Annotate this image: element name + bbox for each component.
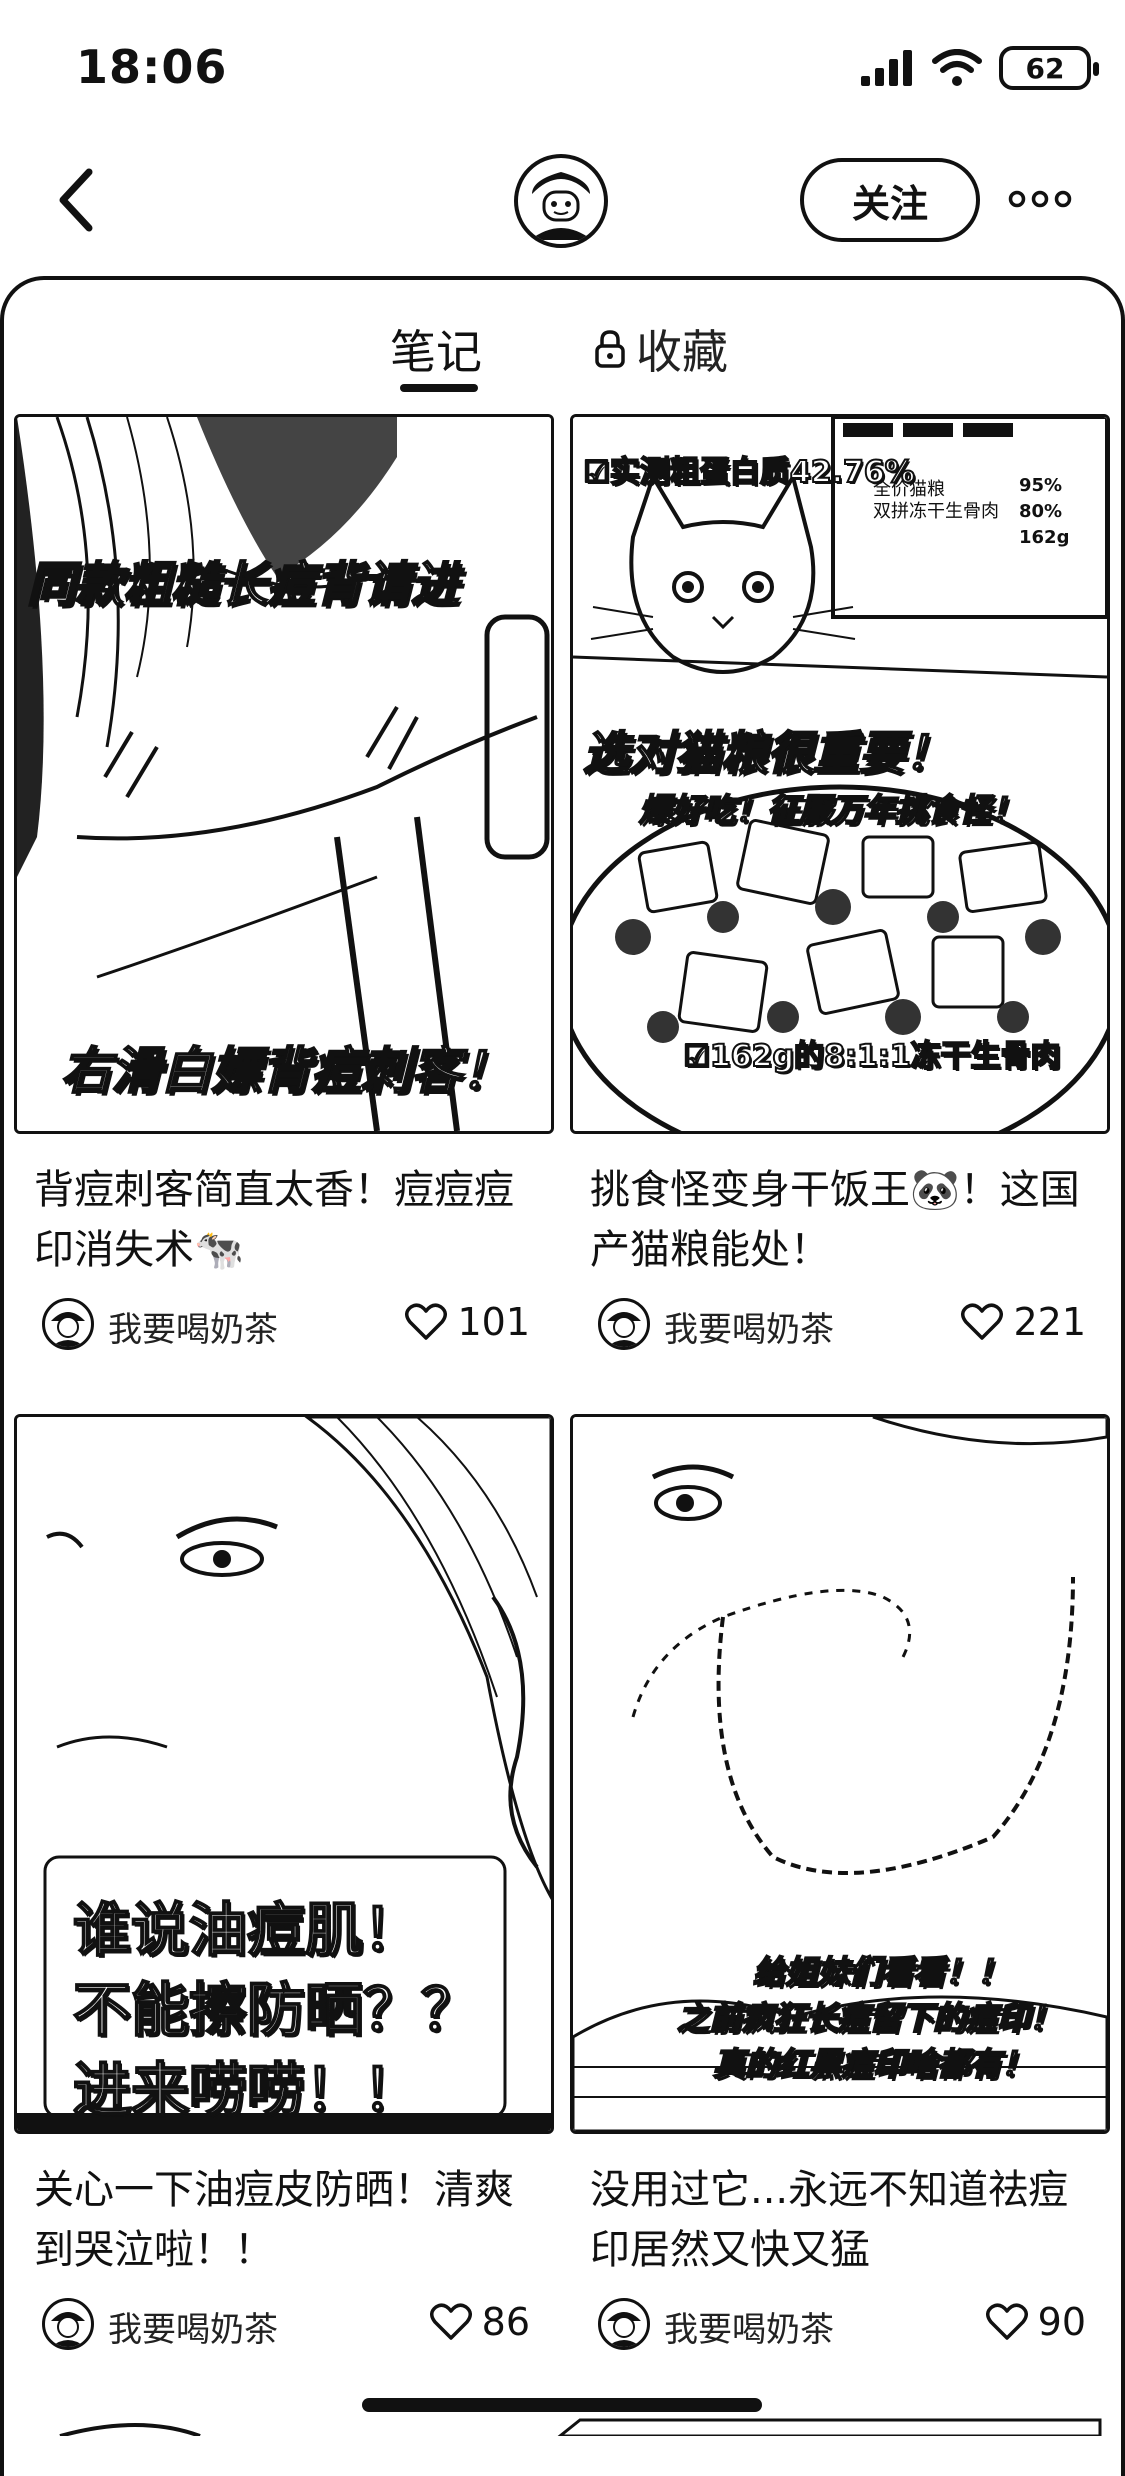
heart-icon [985,2303,1028,2340]
status-bar: 18:06 62 [0,0,1125,140]
cover-overlay-text: 之前疯狂长痘留下的痘印！ [676,1998,1062,2038]
cover-overlay-text: 真的红黑痘印啥都有！ [712,2044,1034,2084]
note-cover-image[interactable]: ☑实测粗蛋白质42.76% 全价猫粮 双拼冻干生骨肉 95% 80% 162g … [570,414,1110,1134]
heart-icon [429,2303,472,2340]
follow-button[interactable]: 关注 [800,158,980,242]
lock-icon [595,330,625,368]
avatar-image [51,2312,85,2347]
tab-collect-label: 收藏 [636,325,728,379]
battery-level: 62 [1025,51,1065,85]
package-stat: 80% [1019,501,1063,522]
author-avatar[interactable] [42,2298,94,2350]
heart-icon [405,1303,448,1340]
home-indicator [362,2398,762,2412]
avatar[interactable] [514,154,608,248]
author-avatar[interactable] [598,1298,650,1350]
battery-indicator: 62 [999,46,1099,90]
note-title: 关心一下油痘皮防晒！清爽到哭泣啦！！ [34,2167,514,2273]
signal-icon [861,50,912,86]
cover-overlay-text: 谁说油痘肌！ [72,1895,422,1965]
note-meta: 我要喝奶茶 86 [14,2294,554,2354]
tab-collect[interactable]: 收藏 [594,316,728,382]
status-icons: 62 [859,46,1099,90]
note-card[interactable]: 同款粗糙长痘背请进 右滑白嫖背痘刺客！ 背痘刺客简直太香！痘痘痘印消失术🐄 我要… [14,414,554,1354]
next-row-peek [0,2414,1125,2436]
package-line: 全价猫粮 [873,479,945,500]
cover-overlay-text: 爆好吃！征服万年挑食怪！ [638,790,1024,830]
tab-notes-label: 笔记 [390,325,482,379]
more-button[interactable] [1000,174,1080,224]
profile-header: 关注 [0,140,1125,260]
note-cover-image[interactable]: 给姐妹们看看！！ 之前疯狂长痘留下的痘印！ 真的红黑痘印啥都有！ [570,1414,1110,2134]
status-time: 18:06 [76,40,228,94]
back-skin-illustration [17,417,551,1131]
avatar-image [521,161,601,241]
author-avatar[interactable] [598,2298,650,2350]
like-button[interactable]: 86 [429,2300,530,2344]
author-name[interactable]: 我要喝奶茶 [108,2302,278,2351]
author-name[interactable]: 我要喝奶茶 [664,2302,834,2351]
package-stats: 95% 80% 162g [1019,473,1069,551]
cover-overlay-text: 进来唠唠！！ [72,2055,422,2125]
like-count: 101 [457,1300,530,1344]
package-stat: 162g [1019,527,1070,548]
package-line: 双拼冻干生骨肉 [873,501,999,522]
note-cover-image[interactable]: 同款粗糙长痘背请进 右滑白嫖背痘刺客！ [14,414,554,1134]
active-tab-indicator [400,384,478,392]
note-card[interactable]: ☑实测粗蛋白质42.76% 全价猫粮 双拼冻干生骨肉 95% 80% 162g … [570,414,1110,1354]
cover-overlay-text: 右滑白嫖背痘刺客！ [60,1041,512,1101]
like-button[interactable]: 221 [961,1300,1086,1344]
profile-tabs: 笔记 收藏 [4,280,1121,400]
cover-overlay-text: ☑162g的8:1:1冻干生骨肉 [682,1038,1062,1075]
heart-icon [961,1303,1004,1340]
cover-overlay-text: 不能擦防晒？？ [72,1975,480,2045]
note-meta: 我要喝奶茶 90 [570,2294,1110,2354]
like-count: 86 [481,2300,530,2344]
note-cover-image[interactable]: 谁说油痘肌！ 不能擦防晒？？ 进来唠唠！！ [14,1414,554,2134]
wifi-icon [932,49,982,86]
cover-overlay-text: ☑实测粗蛋白质42.76% [582,454,916,491]
like-count: 221 [1013,1300,1086,1344]
note-card[interactable]: 谁说油痘肌！ 不能擦防晒？？ 进来唠唠！！ 关心一下油痘皮防晒！清爽到哭泣啦！！… [14,1414,554,2354]
note-title: 挑食怪变身干饭王🐼！这国产猫粮能处！ [590,1167,1080,1273]
cover-overlay-text: 选对猫粮很重要！ [582,725,952,781]
more-dots-icon [1008,190,1072,208]
avatar-image [51,1312,85,1347]
back-button[interactable] [40,160,110,240]
note-title: 没用过它...永远不知道祛痘印居然又快又猛 [590,2167,1069,2273]
like-count: 90 [1037,2300,1086,2344]
cover-overlay-text: 同款粗糙长痘背请进 [26,556,460,614]
tab-notes[interactable]: 笔记 [390,316,482,382]
note-meta: 我要喝奶茶 101 [14,1294,554,1354]
author-avatar[interactable] [42,1298,94,1350]
author-name[interactable]: 我要喝奶茶 [108,1302,278,1351]
like-button[interactable]: 101 [405,1300,530,1344]
note-title: 背痘刺客简直太香！痘痘痘印消失术🐄 [34,1167,514,1273]
avatar-image [607,1312,641,1347]
cover-overlay-text: 给姐妹们看看！！ [752,1952,1010,1992]
like-button[interactable]: 90 [985,2300,1086,2344]
package-stat: 95% [1019,475,1063,496]
avatar-image [607,2312,641,2347]
package-text: 全价猫粮 双拼冻干生骨肉 [873,479,999,523]
chevron-left-icon [59,168,93,232]
author-name[interactable]: 我要喝奶茶 [664,1302,834,1351]
note-card[interactable]: 给姐妹们看看！！ 之前疯狂长痘留下的痘印！ 真的红黑痘印啥都有！ 没用过它...… [570,1414,1110,2354]
note-meta: 我要喝奶茶 221 [570,1294,1110,1354]
